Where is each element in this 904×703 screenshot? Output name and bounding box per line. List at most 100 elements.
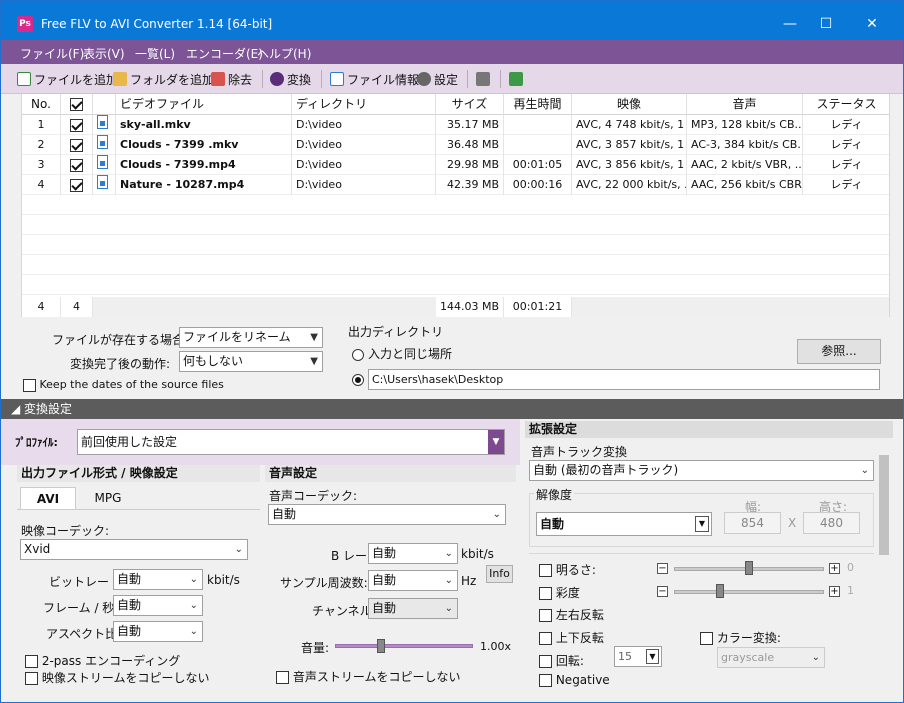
scrollbar-thumb[interactable] bbox=[879, 455, 889, 555]
volume-slider[interactable] bbox=[335, 644, 473, 648]
rotate-option[interactable]: 回転: bbox=[539, 652, 584, 669]
resolution-select[interactable]: 自動 ▼ bbox=[536, 512, 712, 536]
col-video[interactable]: 映像 bbox=[572, 94, 687, 115]
add-folder-button[interactable]: フォルダを追加 bbox=[113, 70, 214, 88]
color-convert-option[interactable]: カラー変換: bbox=[700, 629, 781, 646]
row-check-icon[interactable] bbox=[70, 118, 83, 132]
copy-video-checkbox[interactable] bbox=[25, 672, 38, 685]
same-as-input-radio[interactable] bbox=[352, 348, 364, 361]
copy-audio-checkbox[interactable] bbox=[276, 671, 289, 684]
brightness-minus-icon[interactable]: − bbox=[657, 563, 668, 574]
negative-option[interactable]: Negative bbox=[539, 673, 610, 687]
video-codec-select[interactable]: Xvid ⌄ bbox=[20, 539, 248, 560]
maximize-button[interactable]: ☐ bbox=[803, 9, 849, 39]
saturation-value: 1 bbox=[847, 584, 854, 597]
col-audio[interactable]: 音声 bbox=[687, 94, 803, 115]
output-path-field[interactable]: C:\Users\hasek\Desktop bbox=[368, 369, 880, 390]
table-row[interactable]: 2 Clouds - 7399 .mkv D:\video 36.48 MB A… bbox=[22, 135, 889, 155]
menu-view[interactable]: 表示(V) bbox=[83, 45, 125, 62]
color-convert-select[interactable]: grayscale ⌄ bbox=[717, 647, 825, 668]
rotate-select[interactable]: 15 ▼ bbox=[614, 646, 662, 667]
tab-avi[interactable]: AVI bbox=[20, 487, 76, 509]
two-pass-checkbox[interactable] bbox=[25, 655, 38, 668]
keep-dates-checkbox[interactable] bbox=[23, 378, 36, 392]
audio-codec-select[interactable]: 自動 ⌄ bbox=[268, 504, 506, 525]
row-check-icon[interactable] bbox=[70, 138, 83, 152]
copy-audio-option[interactable]: 音声ストリームをコピーしない bbox=[276, 668, 460, 685]
browse-button[interactable]: 参照... bbox=[797, 339, 881, 364]
tab-mpg[interactable]: MPG bbox=[79, 487, 137, 509]
after-convert-select[interactable]: 何もしない ▼ bbox=[179, 351, 323, 372]
row-checkbox[interactable] bbox=[61, 175, 93, 195]
same-as-input-option[interactable]: 入力と同じ場所 bbox=[352, 345, 452, 362]
info-button[interactable]: Info bbox=[486, 565, 513, 583]
two-pass-option[interactable]: 2-pass エンコーディング bbox=[25, 652, 180, 669]
table-footer: 4 4 144.03 MB 00:01:21 bbox=[22, 297, 889, 317]
saturation-checkbox[interactable] bbox=[539, 587, 552, 600]
table-row[interactable]: 1 sky-all.mkv D:\video 35.17 MB AVC, 4 7… bbox=[22, 115, 889, 135]
col-duration[interactable]: 再生時間 bbox=[504, 94, 572, 115]
row-checkbox[interactable] bbox=[61, 155, 93, 175]
saturation-slider-handle[interactable] bbox=[716, 584, 724, 598]
hflip-option[interactable]: 左右反転 bbox=[539, 606, 604, 623]
convert-button[interactable]: 変換 bbox=[270, 70, 311, 88]
vflip-option[interactable]: 上下反転 bbox=[539, 629, 604, 646]
volume-slider-handle[interactable] bbox=[377, 639, 385, 653]
row-checkbox[interactable] bbox=[61, 135, 93, 155]
saturation-slider[interactable] bbox=[674, 590, 824, 594]
col-video-file[interactable]: ビデオファイル bbox=[116, 94, 292, 115]
aspect-select[interactable]: 自動 ⌄ bbox=[113, 621, 203, 642]
color-convert-checkbox[interactable] bbox=[700, 632, 713, 645]
home-button[interactable] bbox=[476, 70, 493, 88]
height-spinner[interactable]: 480 bbox=[803, 512, 860, 534]
channels-select[interactable]: 自動 ⌄ bbox=[368, 598, 458, 619]
custom-dir-radio[interactable] bbox=[352, 373, 364, 386]
width-spinner[interactable]: 854 bbox=[724, 512, 781, 534]
video-bitrate-select[interactable]: 自動 ⌄ bbox=[113, 569, 203, 590]
advanced-scrollbar[interactable] bbox=[877, 441, 891, 691]
settings-button[interactable]: 設定 bbox=[417, 70, 458, 88]
menu-encoder[interactable]: エンコーダ(E) bbox=[186, 45, 263, 62]
audio-track-select[interactable]: 自動 (最初の音声トラック) ⌄ bbox=[529, 460, 874, 481]
col-no[interactable]: No. bbox=[22, 94, 61, 115]
saturation-option[interactable]: 彩度 bbox=[539, 584, 580, 601]
menu-help[interactable]: ヘルプ(H) bbox=[257, 45, 311, 62]
row-checkbox[interactable] bbox=[61, 115, 93, 135]
profile-select[interactable]: 前回使用した設定 ▼ bbox=[77, 429, 505, 455]
brightness-plus-icon[interactable]: + bbox=[829, 563, 840, 574]
col-check[interactable] bbox=[61, 94, 93, 115]
row-check-icon[interactable] bbox=[70, 158, 83, 172]
custom-dir-option[interactable] bbox=[352, 372, 368, 386]
table-row[interactable]: 3 Clouds - 7399.mp4 D:\video 29.98 MB 00… bbox=[22, 155, 889, 175]
add-file-button[interactable]: ファイルを追加 bbox=[17, 70, 118, 88]
brightness-checkbox[interactable] bbox=[539, 564, 552, 577]
rotate-checkbox[interactable] bbox=[539, 655, 552, 668]
pin-button[interactable] bbox=[509, 70, 526, 88]
col-size[interactable]: サイズ bbox=[436, 94, 504, 115]
col-status[interactable]: ステータス bbox=[803, 94, 889, 115]
keep-dates-option[interactable]: Keep the dates of the source files bbox=[23, 378, 224, 392]
menu-file[interactable]: ファイル(F) bbox=[20, 45, 84, 62]
select-all-checkbox[interactable] bbox=[70, 98, 83, 111]
menu-list[interactable]: 一覧(L) bbox=[135, 45, 175, 62]
file-info-button[interactable]: ファイル情報 bbox=[330, 70, 419, 88]
row-check-icon[interactable] bbox=[70, 178, 83, 192]
copy-video-option[interactable]: 映像ストリームをコピーしない bbox=[25, 669, 209, 686]
close-button[interactable]: ✕ bbox=[849, 9, 895, 39]
remove-button[interactable]: 除去 bbox=[211, 70, 252, 88]
saturation-minus-icon[interactable]: − bbox=[657, 586, 668, 597]
fps-select[interactable]: 自動 ⌄ bbox=[113, 595, 203, 616]
saturation-plus-icon[interactable]: + bbox=[829, 586, 840, 597]
audio-bitrate-select[interactable]: 自動 ⌄ bbox=[368, 543, 458, 564]
col-directory[interactable]: ディレクトリ bbox=[292, 94, 436, 115]
brightness-option[interactable]: 明るさ: bbox=[539, 561, 596, 578]
samplerate-select[interactable]: 自動 ⌄ bbox=[368, 570, 458, 591]
hflip-checkbox[interactable] bbox=[539, 609, 552, 622]
negative-checkbox[interactable] bbox=[539, 674, 552, 687]
conversion-settings-bar[interactable]: ◢ 変換設定 bbox=[1, 399, 903, 419]
if-exists-select[interactable]: ファイルをリネーム ▼ bbox=[179, 327, 323, 348]
vflip-checkbox[interactable] bbox=[539, 632, 552, 645]
table-row[interactable]: 4 Nature - 10287.mp4 D:\video 42.39 MB 0… bbox=[22, 175, 889, 195]
brightness-slider-handle[interactable] bbox=[745, 561, 753, 575]
row-video-info: AVC, 22 000 kbit/s, ... bbox=[572, 175, 687, 195]
